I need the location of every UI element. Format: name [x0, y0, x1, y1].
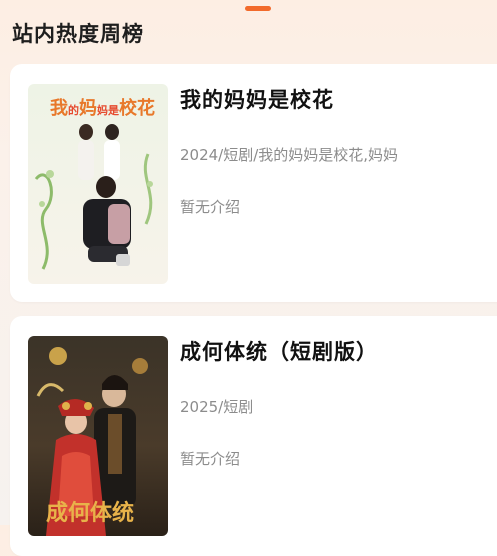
- drama-meta: 2025/短剧: [180, 398, 254, 416]
- section-title: 站内热度周榜: [12, 22, 144, 46]
- drama-description: 暂无介绍: [180, 450, 241, 468]
- drama-card[interactable]: 成何体统 成何体统（短剧版） 2025/短剧 暂无介绍: [10, 316, 497, 556]
- poster-image[interactable]: 成何体统: [28, 336, 168, 536]
- active-tab-indicator: [245, 6, 271, 11]
- drama-title[interactable]: 我的妈妈是校花: [180, 84, 334, 114]
- drama-card[interactable]: 我的妈妈是校花 我的妈妈是校花 2024/短剧/我的妈妈是校花,妈妈 暂无介绍: [10, 64, 497, 302]
- poster-image[interactable]: 我的妈妈是校花: [28, 84, 168, 284]
- poster-title-text: 成何体统: [46, 500, 134, 526]
- drama-description: 暂无介绍: [180, 198, 241, 216]
- drama-meta: 2024/短剧/我的妈妈是校花,妈妈: [180, 146, 399, 164]
- drama-title[interactable]: 成何体统（短剧版）: [180, 336, 378, 366]
